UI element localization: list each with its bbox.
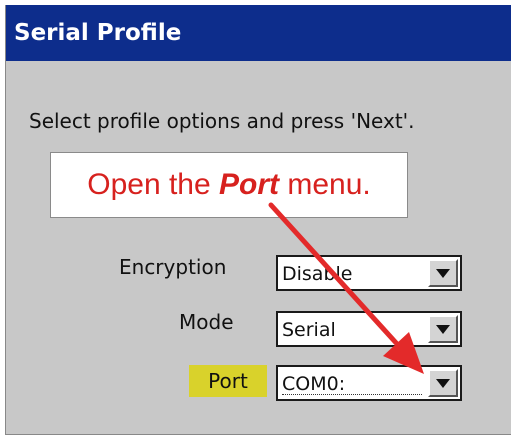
chevron-down-icon[interactable] [428, 259, 458, 287]
encryption-label: Encryption [119, 255, 227, 279]
callout-prefix: Open the [87, 168, 220, 201]
mode-value: Serial [282, 319, 336, 341]
instruction-callout: Open the Port menu. [50, 152, 408, 218]
mode-dropdown[interactable]: Serial [276, 311, 462, 347]
chevron-down-icon[interactable] [428, 369, 458, 397]
window-title: Serial Profile [6, 5, 511, 61]
callout-emphasis: Port [219, 168, 280, 201]
callout-suffix: menu. [279, 168, 371, 201]
encryption-value: Disable [282, 263, 353, 285]
mode-label: Mode [179, 310, 234, 334]
focus-indicator [282, 394, 422, 395]
serial-profile-window: Serial Profile Select profile options an… [5, 5, 511, 435]
encryption-dropdown[interactable]: Disable [276, 255, 462, 291]
port-label: Port [189, 365, 267, 397]
instruction-text: Select profile options and press 'Next'. [29, 109, 415, 133]
chevron-down-icon[interactable] [428, 315, 458, 343]
port-dropdown[interactable]: COM0: [276, 365, 462, 401]
